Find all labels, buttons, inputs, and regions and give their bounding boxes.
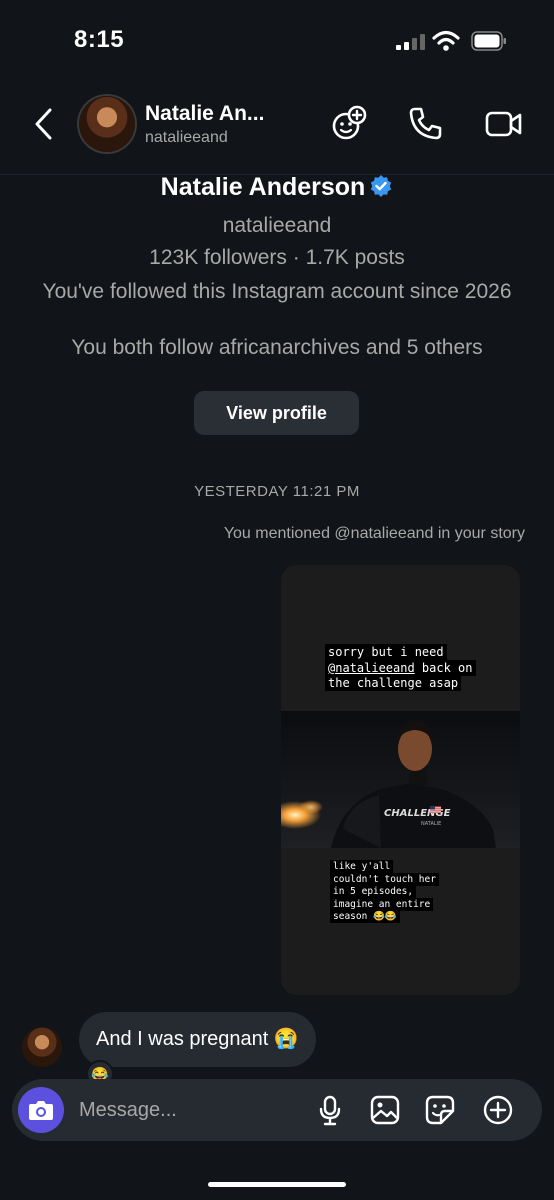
verified-badge-icon xyxy=(371,175,392,197)
story-caption-bottom-text: like y'all couldn't touch her in 5 episo… xyxy=(330,860,439,923)
cellular-signal-icon xyxy=(396,34,425,50)
view-profile-button[interactable]: View profile xyxy=(194,391,359,435)
profile-name: Natalie Anderson xyxy=(160,173,366,201)
microphone-icon[interactable] xyxy=(314,1094,346,1126)
us-flag-icon xyxy=(430,806,441,813)
story-photo: CHALLENGE NATALIE xyxy=(281,711,520,848)
video-call-icon[interactable] xyxy=(484,104,524,144)
camera-icon xyxy=(29,1101,53,1120)
gallery-icon[interactable] xyxy=(369,1094,401,1126)
story-caption-bottom: like y'all couldn't touch her in 5 episo… xyxy=(330,860,440,924)
story-caption-top: sorry but i need @natalieeand back on th… xyxy=(325,644,476,692)
camera-button[interactable] xyxy=(18,1087,64,1133)
story-caption-handle: @natalieeand xyxy=(328,660,415,675)
message-timestamp: YESTERDAY 11:21 PM xyxy=(194,483,360,500)
message-input[interactable] xyxy=(79,1079,279,1141)
profile-follow-since: You've followed this Instagram account s… xyxy=(42,280,512,303)
battery-icon xyxy=(471,31,506,51)
story-mention-note: You mentioned @natalieeand in your story xyxy=(223,525,525,542)
story-photo-illustration xyxy=(281,720,496,848)
add-people-icon[interactable] xyxy=(328,104,368,144)
story-caption-line1: sorry but i need xyxy=(325,644,447,660)
phone-call-icon[interactable] xyxy=(405,104,445,144)
story-caption-line3: the challenge asap xyxy=(325,675,462,691)
profile-mutual-follows: You both follow africanarchives and 5 ot… xyxy=(71,336,483,359)
sticker-icon[interactable] xyxy=(424,1094,456,1126)
status-time: 8:15 xyxy=(74,26,125,53)
message-composer xyxy=(12,1079,542,1141)
header-username[interactable]: natalieeand xyxy=(145,129,228,147)
profile-stats: 123K followers · 1.7K posts xyxy=(149,246,405,269)
avatar[interactable] xyxy=(79,96,135,152)
profile-name-row: Natalie Anderson xyxy=(0,173,554,202)
incoming-message-bubble[interactable]: And I was pregnant 😭 xyxy=(79,1012,316,1067)
profile-username: natalieeand xyxy=(222,214,332,237)
home-indicator[interactable] xyxy=(208,1182,346,1187)
shirt-name-text: NATALIE xyxy=(421,821,442,827)
sender-avatar[interactable] xyxy=(22,1027,62,1067)
story-caption-line2-end: back on xyxy=(414,660,473,675)
header-name[interactable]: Natalie An... xyxy=(145,102,264,126)
story-mention-card[interactable]: sorry but i need @natalieeand back on th… xyxy=(281,565,520,995)
wifi-icon xyxy=(432,30,460,51)
back-chevron-icon[interactable] xyxy=(30,106,60,142)
add-icon[interactable] xyxy=(482,1094,514,1126)
